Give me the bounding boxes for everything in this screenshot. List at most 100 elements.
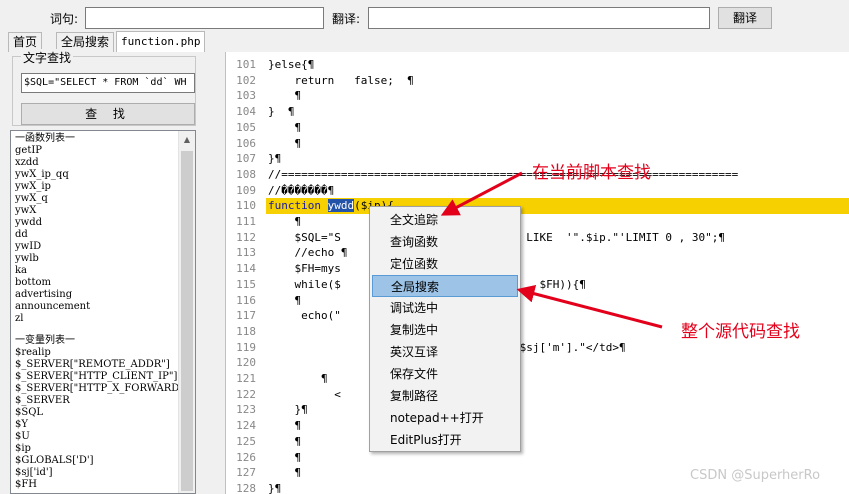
annotation-current-script: 在当前脚本查找 xyxy=(532,163,651,183)
function-list-item[interactable]: zl xyxy=(15,313,175,325)
watermark-text: CSDN @SuperherRo xyxy=(690,468,821,483)
line-number: 105 xyxy=(236,120,256,134)
symbol-list: 一函数列表一 getIP xzdd ywX_ip_qq ywX_ip ywX_q ywX y… xyxy=(15,133,195,491)
variable-list-item[interactable]: $_SERVER xyxy=(15,395,175,407)
line-number: 111 xyxy=(236,215,256,228)
text-search-input[interactable]: $SQL="SELECT * FROM `dd` WH xyxy=(21,73,195,93)
code-line: ¶ xyxy=(268,372,328,385)
function-list-item[interactable]: ywdd xyxy=(15,217,175,229)
selected-word[interactable]: ywdd xyxy=(327,199,355,212)
code-line: ¶ xyxy=(268,434,302,448)
function-list-item[interactable]: dd xyxy=(15,229,175,241)
translate-input[interactable] xyxy=(368,7,710,29)
translate-button[interactable]: 翻译 xyxy=(718,7,772,29)
annotation-whole-source: 整个源代码查找 xyxy=(681,322,800,342)
variable-list-item[interactable]: $ip xyxy=(15,443,175,455)
function-list-item[interactable]: ywX_q xyxy=(15,193,175,205)
code-line: ¶ xyxy=(268,419,302,433)
line-number: 101 xyxy=(236,58,256,71)
function-list-item[interactable]: ywX_ip xyxy=(15,181,175,193)
line-number: 118 xyxy=(236,324,256,338)
function-list-item[interactable]: bottom xyxy=(15,277,175,289)
line-number: 117 xyxy=(236,309,256,323)
variable-list-item[interactable]: $Y xyxy=(15,419,175,431)
function-keyword: function xyxy=(268,199,321,212)
code-line: }else{¶ xyxy=(268,58,315,71)
context-menu-item[interactable]: notepad++打开 xyxy=(372,407,518,429)
code-line: } ¶ xyxy=(268,105,295,119)
code-line: ¶ xyxy=(268,120,302,134)
line-number: 109 xyxy=(236,183,256,197)
text-search-title: 文字查找 xyxy=(21,49,74,66)
word-input[interactable] xyxy=(85,7,324,29)
context-menu-item[interactable]: 复制路径 xyxy=(372,385,518,407)
function-list-item[interactable]: announcement xyxy=(15,301,175,313)
variables-header: 一变量列表一 xyxy=(15,335,75,346)
code-line: //echo ¶ xyxy=(268,246,348,260)
context-menu: 全文追踪 查询函数 定位函数 全局搜索 调试选中 复制选中 英汉互译 保存文件 复制路径 note… xyxy=(369,206,521,452)
variable-list-item[interactable]: $_SERVER["REMOTE_ADDR"] xyxy=(15,359,175,371)
line-number: 121 xyxy=(236,372,256,385)
code-line: ¶ xyxy=(268,89,302,103)
variable-list-item[interactable]: $SQL xyxy=(15,407,175,419)
function-list-item[interactable]: ka xyxy=(15,265,175,277)
line-number: 112 xyxy=(236,230,256,244)
context-menu-item[interactable]: 全局搜索 xyxy=(372,275,518,297)
function-list-item[interactable]: getIP xyxy=(15,145,175,157)
variable-list-item[interactable]: $realip xyxy=(15,347,175,359)
code-line: ¶ xyxy=(268,136,302,150)
line-number: 104 xyxy=(236,105,256,119)
function-list-item[interactable]: ywID xyxy=(15,241,175,253)
variable-list-item[interactable]: $_SERVER["HTTP_X_FORWARDED_ xyxy=(15,383,195,395)
line-number-gutter: 101 102 103 104 105 106 107 108 109 110 111 112 113 1… xyxy=(226,52,262,494)
code-line: return false; ¶ xyxy=(268,73,414,87)
scroll-thumb[interactable] xyxy=(181,151,193,491)
scroll-up-icon[interactable]: ▲ xyxy=(179,131,195,148)
code-line: ¶ xyxy=(268,215,302,228)
line-number: 126 xyxy=(236,450,256,464)
line-number: 110 xyxy=(236,199,256,213)
code-editor[interactable]: 101 102 103 104 105 106 107 108 109 110 111 112 113 1… xyxy=(225,52,849,494)
line-number: 113 xyxy=(236,246,256,260)
line-number: 102 xyxy=(236,73,256,87)
line-number: 123 xyxy=(236,403,256,417)
line-number: 107 xyxy=(236,152,256,166)
variable-list-item[interactable]: $GLOBALS['D'] xyxy=(15,455,175,467)
find-button[interactable]: 查 找 xyxy=(21,103,195,125)
context-menu-item[interactable]: 定位函数 xyxy=(372,253,518,275)
context-menu-item[interactable]: 英汉互译 xyxy=(372,341,518,363)
context-menu-item[interactable]: EditPlus打开 xyxy=(372,429,518,451)
variable-list-item[interactable]: $_SERVER["HTTP_CLIENT_IP"] xyxy=(15,371,177,383)
functions-header: 一函数列表一 xyxy=(15,133,75,144)
function-list-item[interactable]: xzdd xyxy=(15,157,175,169)
line-number: 115 xyxy=(236,277,256,291)
code-line: ¶ xyxy=(268,293,302,307)
line-number: 122 xyxy=(236,387,256,401)
context-menu-item[interactable]: 复制选中 xyxy=(372,319,518,341)
function-list-item[interactable]: advertising xyxy=(15,289,175,301)
function-list-item[interactable]: ywX_ip_qq xyxy=(15,169,175,181)
line-number: 119 xyxy=(236,340,256,354)
line-number: 106 xyxy=(236,136,256,150)
variable-list-item[interactable]: $FH xyxy=(15,479,175,491)
context-menu-item[interactable]: 保存文件 xyxy=(372,363,518,385)
variable-list-item[interactable]: $sj['id'] xyxy=(15,467,175,479)
line-number: 125 xyxy=(236,434,256,448)
line-number: 108 xyxy=(236,167,256,181)
word-label: 词句: xyxy=(50,12,79,26)
line-number: 116 xyxy=(236,293,256,307)
symbol-listbox[interactable]: 一函数列表一 getIP xzdd ywX_ip_qq ywX_ip ywX_q ywX y… xyxy=(10,130,196,494)
left-panel: 文字查找 $SQL="SELECT * FROM `dd` WH 查 找 一函数… xyxy=(6,49,196,494)
function-list-item[interactable]: ywX xyxy=(15,205,175,217)
code-line: < xyxy=(268,387,341,401)
line-number: 127 xyxy=(236,466,256,480)
variable-list-item[interactable]: $U xyxy=(15,431,175,443)
list-scrollbar[interactable]: ▲ xyxy=(178,131,195,493)
function-list-item[interactable]: ywlb xyxy=(15,253,175,265)
line-number: 114 xyxy=(236,262,256,276)
context-menu-item[interactable]: 查询函数 xyxy=(372,231,518,253)
code-line: //======================================… xyxy=(268,167,739,181)
context-menu-item[interactable]: 全文追踪 xyxy=(372,209,518,231)
context-menu-item[interactable]: 调试选中 xyxy=(372,297,518,319)
tab-function-php[interactable]: function.php xyxy=(116,31,206,52)
